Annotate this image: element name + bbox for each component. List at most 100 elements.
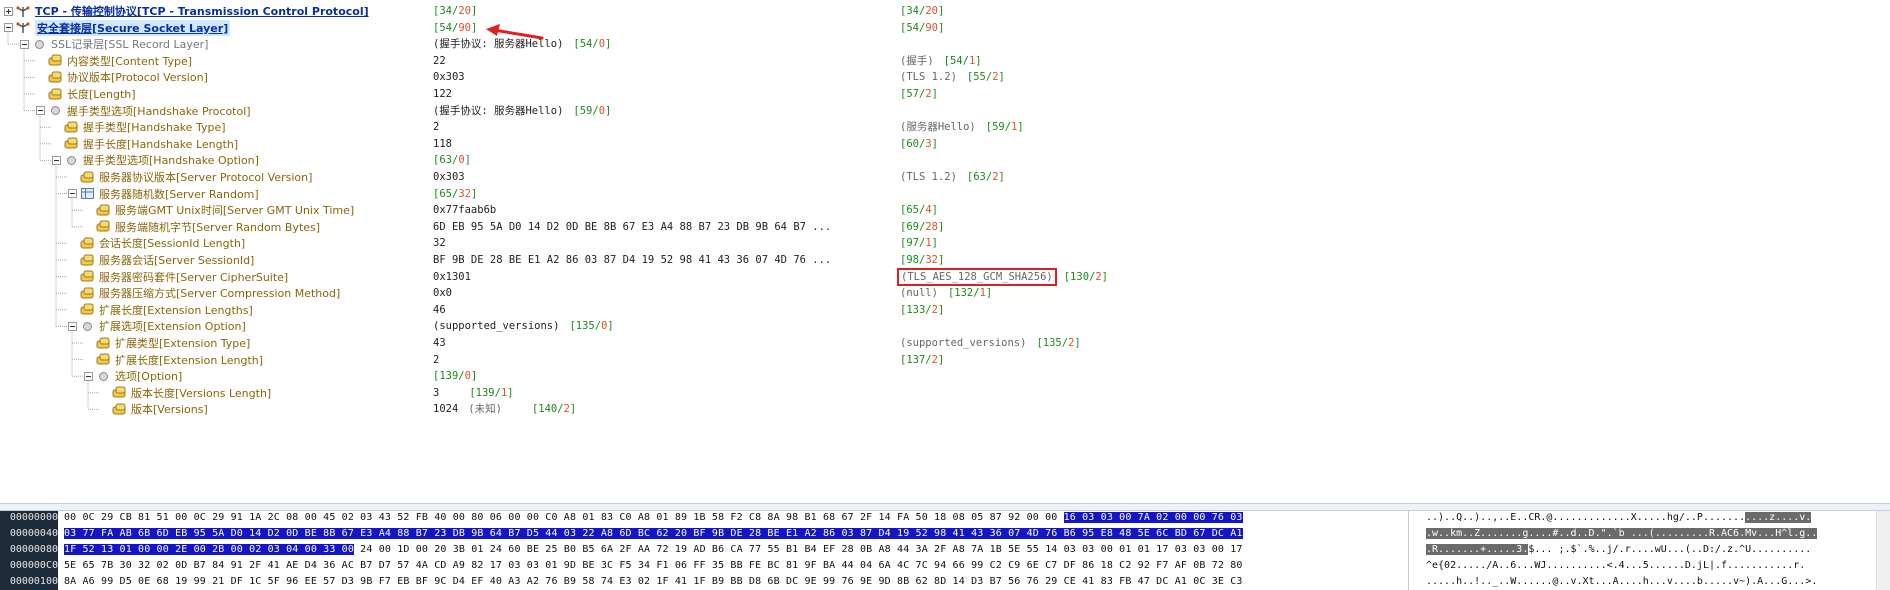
ascii-text: ^e{02...../A..6...WJ..........<.4...5...…	[1426, 560, 1806, 571]
field-size: 90	[458, 21, 471, 34]
field-offset: 139	[439, 370, 459, 383]
hex-offset: 00000080	[9, 544, 58, 555]
hex-bytes-row[interactable]: 00 0C 29 CB 81 51 00 0C 29 91 1A 2C 08 0…	[64, 511, 1404, 526]
tree-node-label: 服务器协议版本[Server Protocol Version]	[99, 171, 313, 184]
tree-node[interactable]: 版本[Versions]	[100, 399, 208, 419]
field-size: 2	[992, 71, 999, 84]
protocol-icon	[16, 5, 30, 17]
field-value-text: 0x77faab6b	[433, 204, 497, 217]
field-range: [34/20]	[900, 5, 945, 17]
ascii-row[interactable]: .w..km..Z.......g....#..d..D.".`b ...(..…	[1426, 526, 1866, 542]
collapse-toggle-icon[interactable]	[84, 371, 93, 381]
ascii-text: $... ;.$`.%..j/.r....wU...(..D:/.z.^U...…	[1528, 544, 1812, 555]
pane-splitter[interactable]	[0, 503, 1890, 511]
field-offset: 55	[973, 71, 986, 84]
tree-node-label: 服务端GMT Unix时间[Server GMT Unix Time]	[115, 204, 355, 218]
field-size: 1	[979, 287, 986, 300]
ascii-row[interactable]: .....h..!.._..W......@..v.Xt...A....h...…	[1426, 574, 1866, 590]
ascii-text: .....h..!.._..W......@..v.Xt...A....h...…	[1426, 576, 1818, 587]
field-icon	[48, 71, 62, 83]
field-meaning: (supported_versions)	[900, 337, 1027, 349]
field-icon	[64, 137, 78, 149]
field-value-text: 46	[433, 303, 446, 316]
dot-icon	[35, 39, 44, 49]
dot-icon	[67, 155, 76, 165]
hex-bytes-row[interactable]: 1F 52 13 01 00 00 2E 00 2B 00 02 03 04 0…	[64, 542, 1404, 558]
field-icon	[80, 303, 94, 315]
field-offset: 139	[475, 386, 495, 399]
field-offset: 132	[954, 287, 974, 300]
ascii-row[interactable]: ^e{02...../A..6...WJ..........<.4...5...…	[1426, 558, 1866, 574]
field-size: 0	[464, 370, 471, 383]
hex-bytes-row[interactable]: 5E 65 7B 30 32 02 0D B7 84 91 2F 41 AE D…	[64, 558, 1404, 574]
field-meaning: (TLS 1.2)	[900, 171, 957, 183]
field-value-text: 2	[433, 121, 440, 134]
field-range: [55/2]	[966, 71, 1005, 84]
tree-node-label: 扩展选项[Extension Option]	[99, 320, 246, 334]
field-icon	[96, 353, 110, 365]
tree-node-label: 选项[Option]	[115, 370, 183, 384]
field-range: [135/0]	[569, 320, 614, 333]
field-icon	[80, 171, 94, 182]
ascii-row[interactable]: ..)..Q..)..,..E..CR.@.............X.....…	[1426, 511, 1866, 526]
hex-bytes-row[interactable]: 8A A6 99 D5 0E 68 19 99 21 DF 1C 5F 96 E…	[64, 574, 1404, 590]
ascii-selected-text: .w..km..Z.......g....#..d..D.".`b ...(..…	[1426, 528, 1818, 539]
ascii-row[interactable]: .R.......+.....3.$... ;.$`.%..j/.r....wU…	[1426, 542, 1866, 558]
field-range: [65/4]	[900, 204, 938, 217]
field-range: [60/3]	[900, 137, 938, 150]
hex-offset: 00000000	[9, 512, 58, 523]
field-value-desc: (未知)	[468, 403, 502, 416]
field-range: [59/1]	[985, 121, 1024, 134]
field-offset: 133	[906, 303, 926, 316]
field-range: [63/2]	[966, 171, 1005, 183]
ascii-text: ..)..Q..)..,..E..CR.@.............X.....…	[1426, 512, 1746, 523]
field-offset: 34	[439, 5, 452, 17]
hex-view[interactable]: 00000000 00000040 00000080 000000C0 00000100…	[0, 511, 1890, 590]
expand-toggle-icon[interactable]	[4, 6, 13, 16]
hex-bytes-row[interactable]: 03 77 FA AB 6B 6D EB 95 5A D0 14 D2 0D B…	[64, 526, 1404, 542]
protocol-tree[interactable]: TCP - 传输控制协议[TCP - Transmission Control …	[0, 0, 1890, 503]
collapse-toggle-icon[interactable]	[4, 23, 13, 33]
field-offset: 69	[906, 220, 919, 233]
hex-selected-bytes: 1F 52 13 01 00 00 2E 00 2B 00 02 03 04 0…	[64, 544, 355, 555]
collapse-toggle-icon[interactable]	[52, 155, 61, 165]
collapse-toggle-icon[interactable]	[68, 189, 77, 199]
collapse-toggle-icon[interactable]	[68, 321, 77, 331]
field-size: 2	[563, 403, 570, 416]
dot-icon	[99, 371, 108, 381]
ascii-selected-text: ....z....v.	[1745, 512, 1812, 523]
field-range: [69/28]	[900, 220, 945, 233]
field-icon	[80, 287, 94, 299]
field-icon	[64, 121, 78, 133]
field-size: 2	[925, 88, 932, 100]
field-range: [135/2]	[1036, 337, 1081, 349]
tree-node-label: TCP - 传输控制协议[TCP - Transmission Control …	[35, 5, 369, 18]
field-range: [54/90]	[433, 21, 478, 34]
field-size: 2	[992, 171, 999, 183]
field-value-text: 0x0	[433, 287, 452, 300]
field-offset: 54	[439, 21, 452, 34]
field-value-text: (supported_versions)	[433, 320, 560, 333]
collapse-toggle-icon[interactable]	[20, 39, 29, 49]
field-size: 20	[925, 5, 938, 17]
grid-icon	[81, 188, 94, 200]
field-size: 32	[458, 187, 471, 200]
tree-node-label: 会话长度[SessionId Length]	[99, 237, 246, 251]
tree-node-label: 握手类型[Handshake Type]	[83, 121, 226, 135]
field-value-text: BF 9B DE 28 BE E1 A2 86 03 87 D4 19 52 9…	[433, 254, 832, 266]
field-icon	[48, 88, 62, 99]
hex-scrollbar[interactable]	[1876, 511, 1890, 590]
field-range: [54/90]	[900, 21, 945, 34]
field-meaning: (null)	[900, 287, 938, 300]
tree-row[interactable]: 版本[Versions] 1024 (未知) [140/2]	[0, 399, 1890, 419]
field-icon	[112, 403, 126, 415]
field-meaning: (握手)	[900, 54, 934, 67]
collapse-toggle-icon[interactable]	[36, 106, 45, 116]
field-value-text: 0x1301	[433, 270, 471, 283]
tree-node-label: 扩展类型[Extension Type]	[115, 337, 251, 350]
field-icon	[96, 337, 110, 348]
field-offset: 135	[575, 320, 595, 333]
dot-icon	[83, 321, 92, 331]
field-value-text: 0x303	[433, 171, 465, 183]
field-size: 2	[1068, 337, 1075, 349]
